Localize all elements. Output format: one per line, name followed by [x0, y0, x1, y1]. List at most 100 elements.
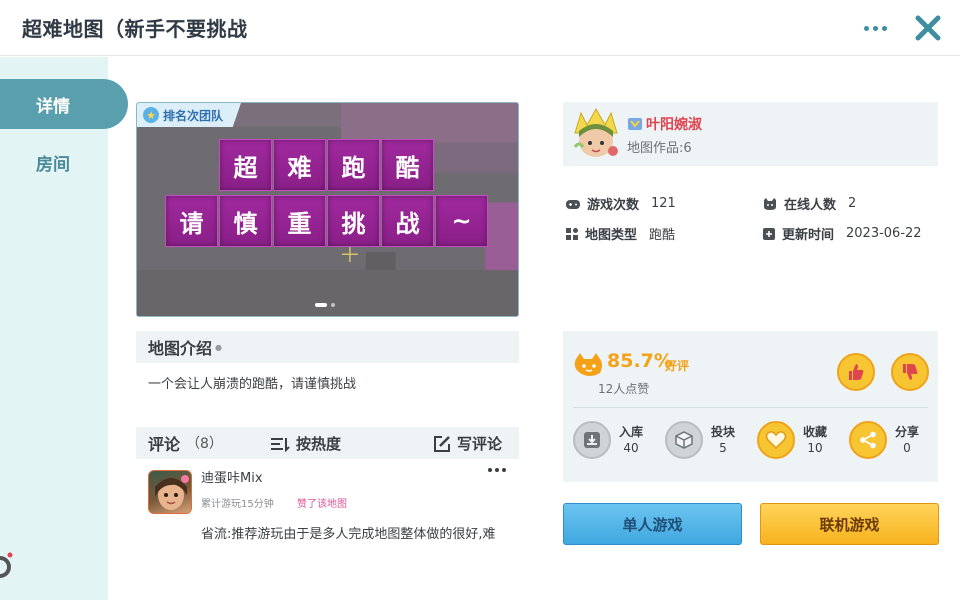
update-time-icon — [763, 227, 775, 240]
author-name-row[interactable]: 叶阳婉淑 — [627, 114, 702, 134]
block-value: 5 — [719, 441, 727, 455]
stat-updated-label: 更新时间 — [782, 228, 835, 243]
more-options-button[interactable] — [858, 16, 892, 40]
single-player-button[interactable]: 单人游戏 — [563, 503, 742, 545]
more-dot-icon — [488, 468, 492, 472]
more-dot-icon — [881, 25, 887, 31]
stat-type-label: 地图类型 — [585, 228, 638, 243]
library-value: 40 — [623, 441, 639, 455]
header: 超难地图（新手不要挑战 — [0, 0, 960, 56]
stat-online: 在线人数 2 — [762, 194, 856, 213]
pager-dot[interactable] — [331, 303, 335, 307]
share-label: 分享 — [895, 425, 920, 439]
library-label: 入库 — [619, 425, 644, 439]
stat-type-value: 跑酷 — [649, 228, 676, 243]
more-dot-icon — [863, 25, 869, 31]
share-button[interactable]: 分享 0 — [849, 419, 929, 463]
download-box-icon — [584, 432, 600, 448]
title-tile: 跑 — [327, 139, 380, 191]
favorite-circle — [757, 421, 795, 459]
sort-label: 按热度 — [296, 435, 342, 453]
author-card[interactable]: 叶阳婉淑 地图作品:6 — [563, 102, 938, 166]
stat-type: 地图类型 跑酷 — [565, 224, 675, 243]
more-dot-icon — [502, 468, 506, 472]
team-badge: ★ 排名次团队 — [137, 103, 242, 127]
multiplayer-button[interactable]: 联机游戏 — [760, 503, 939, 545]
intro-text: 一个会让人崩溃的跑酷，请谨慎挑战 — [148, 377, 357, 392]
rating-word: 好评 — [665, 359, 690, 373]
comment-playtime: 累计游玩15分钟 — [201, 499, 274, 510]
thumbs-down-button[interactable] — [891, 353, 929, 391]
map-type-icon — [566, 227, 578, 240]
record-indicator-icon[interactable] — [0, 551, 14, 579]
stat-online-label: 在线人数 — [784, 198, 837, 213]
rating-divider — [573, 407, 928, 408]
comment-more-button[interactable] — [488, 468, 506, 472]
rating-cat-icon — [574, 353, 602, 376]
comment-count: （8） — [186, 436, 223, 452]
star-icon: ★ — [143, 107, 159, 123]
author-badge-icon — [628, 118, 642, 130]
share-icon — [860, 431, 876, 449]
stat-updated-value: 2023-06-22 — [846, 226, 922, 241]
intro-marker-icon: ● — [215, 342, 222, 352]
team-badge-label: 排名次团队 — [163, 108, 224, 123]
tab-rooms[interactable]: 房间 — [0, 137, 128, 187]
title-tile: ~ — [435, 195, 488, 247]
favorite-button[interactable]: 收藏 10 — [757, 419, 837, 463]
online-users-icon — [764, 197, 776, 210]
avatar-image — [155, 475, 189, 510]
rating-likes: 12人点赞 — [598, 382, 650, 396]
sidebar: 详情 房间 — [0, 57, 128, 600]
comment-author[interactable]: 迪蛋咔Mix — [201, 467, 263, 486]
block-circle — [665, 421, 703, 459]
add-to-library-button[interactable]: 入库 40 — [573, 419, 653, 463]
thumbs-up-button[interactable] — [837, 353, 875, 391]
cast-block-button[interactable]: 投块 5 — [665, 419, 745, 463]
avatar[interactable] — [148, 470, 192, 514]
heart-icon — [765, 431, 787, 450]
comment-title: 评论 — [148, 435, 181, 454]
title-tile: 难 — [273, 139, 326, 191]
pager-dot-active[interactable] — [315, 303, 327, 307]
favorite-label: 收藏 — [803, 425, 828, 439]
map-banner[interactable]: ★ 排名次团队 超难跑酷请慎重挑战 ~ — [136, 102, 519, 317]
title-tile: 战 — [381, 195, 434, 247]
thumbs-down-icon — [903, 364, 918, 380]
thumbs-up-icon — [849, 364, 864, 380]
title-tile: 超 — [219, 139, 272, 191]
block-label: 投块 — [711, 425, 736, 439]
write-comment-label: 写评论 — [457, 435, 503, 453]
stat-plays: 游戏次数 121 — [565, 194, 676, 213]
close-icon[interactable] — [912, 12, 944, 44]
library-circle — [573, 421, 611, 459]
write-comment-button[interactable]: 写评论 — [433, 433, 502, 454]
edit-icon — [434, 435, 450, 452]
share-value: 0 — [903, 441, 911, 455]
title-tile: 请 — [165, 195, 218, 247]
author-name: 叶阳婉淑 — [646, 117, 702, 133]
title-tile: 慎 — [219, 195, 272, 247]
more-dot-icon — [872, 25, 878, 31]
comment-liked-badge: 赞了该地图 — [297, 499, 347, 510]
cube-icon — [675, 431, 693, 449]
rating-card: 85.7% 好评 12人点赞 入库 40 投块 5 收藏 10 分享 0 — [563, 331, 938, 482]
sort-by-hot-button[interactable]: 按热度 — [270, 433, 341, 454]
author-avatar[interactable] — [571, 107, 621, 159]
stat-updated: 更新时间 2023-06-22 — [762, 224, 922, 243]
tab-details[interactable]: 详情 — [0, 79, 128, 129]
stat-plays-value: 121 — [651, 196, 676, 211]
share-circle — [849, 421, 887, 459]
favorite-value: 10 — [807, 441, 823, 455]
rating-percent: 85.7% — [607, 350, 673, 372]
title-tile: 重 — [273, 195, 326, 247]
gamepad-icon — [566, 199, 580, 209]
more-dot-icon — [495, 468, 499, 472]
comment-item: 迪蛋咔Mix 累计游玩15分钟 赞了该地图 省流:推荐游玩由于是多人完成地图整体… — [136, 462, 519, 548]
sort-icon — [271, 437, 290, 452]
page-title: 超难地图（新手不要挑战 — [22, 17, 248, 41]
banner-pager[interactable] — [315, 303, 335, 307]
comment-text: 省流:推荐游玩由于是多人完成地图整体做的很好,难 — [201, 527, 496, 542]
title-tile: 酷 — [381, 139, 434, 191]
author-works: 地图作品:6 — [627, 141, 692, 156]
